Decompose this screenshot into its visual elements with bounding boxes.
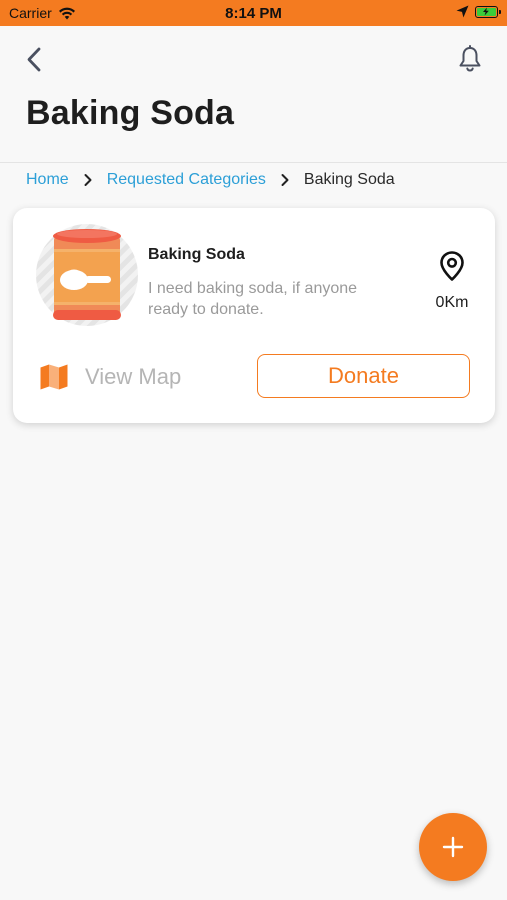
chevron-left-icon xyxy=(27,47,41,72)
status-bar: Carrier 8:14 PM xyxy=(0,0,507,26)
breadcrumb-current: Baking Soda xyxy=(303,171,395,188)
plus-icon xyxy=(442,836,464,858)
charging-bolt-icon xyxy=(483,7,489,15)
status-time: 8:14 PM xyxy=(225,5,282,22)
header-divider xyxy=(0,162,507,163)
location-arrow-icon xyxy=(456,5,469,18)
donate-button[interactable]: Donate xyxy=(257,354,470,398)
breadcrumb-requested-categories[interactable]: Requested Categories xyxy=(107,171,266,189)
bell-icon xyxy=(459,45,481,72)
item-name: Baking Soda xyxy=(148,246,245,263)
distance-label: 0Km xyxy=(435,294,469,311)
chevron-right-icon xyxy=(84,174,92,186)
folded-map-icon xyxy=(40,364,68,390)
header: Baking Soda xyxy=(0,26,507,163)
breadcrumb: Home Requested Categories Baking Soda xyxy=(26,170,395,190)
item-description: I need baking soda, if anyone ready to d… xyxy=(148,280,358,318)
notification-button[interactable] xyxy=(455,44,485,74)
status-right xyxy=(456,5,501,18)
request-card[interactable]: Baking Soda I need baking soda, if anyon… xyxy=(13,208,495,423)
view-map-button[interactable]: View Map xyxy=(39,360,181,394)
map-pin-icon xyxy=(440,251,464,281)
view-map-label: View Map xyxy=(85,364,182,389)
breadcrumb-home[interactable]: Home xyxy=(26,171,69,189)
back-button[interactable] xyxy=(22,46,50,74)
chevron-right-icon xyxy=(281,174,289,186)
battery-icon xyxy=(475,5,501,18)
add-request-button[interactable] xyxy=(419,813,487,881)
page-title: Baking Soda xyxy=(26,94,235,132)
baking-soda-can-icon xyxy=(36,224,138,326)
